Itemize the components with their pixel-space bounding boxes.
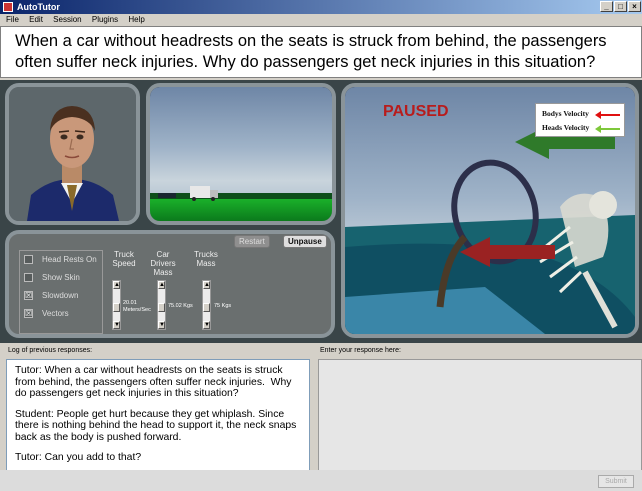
truck-speed-slider[interactable]: ▲ ▼: [112, 280, 121, 330]
legend-head-velocity: Heads Velocity: [542, 123, 590, 132]
trucks-mass-value: 75 Kgs: [214, 303, 232, 309]
show-skin-label: Show Skin: [42, 273, 80, 282]
trucks-mass-slider[interactable]: ▲ ▼: [202, 280, 211, 330]
legend-body-velocity: Bodys Velocity: [542, 109, 589, 118]
slider-thumb[interactable]: [113, 303, 120, 312]
tutor-avatar-panel: [5, 83, 140, 225]
red-arrow-icon: [595, 111, 620, 119]
window-title: AutoTutor: [17, 2, 60, 12]
unpause-button[interactable]: Unpause: [283, 235, 327, 248]
log-entry: Tutor: When a car without headrests on t…: [15, 365, 295, 399]
simulation-controls: Restart Unpause Head Rests On Show Skin …: [5, 230, 335, 338]
status-bar: Submit: [0, 470, 642, 491]
response-input[interactable]: [318, 359, 642, 471]
log-entry: Tutor: Can you add to that?: [15, 452, 142, 463]
menu-help[interactable]: Help: [128, 15, 144, 24]
tutor-avatar: [9, 87, 136, 221]
green-arrow-icon: [595, 125, 620, 133]
menu-edit[interactable]: Edit: [29, 15, 43, 24]
scroll-up-icon[interactable]: ▲: [158, 281, 165, 289]
question-text: When a car without headrests on the seat…: [0, 26, 642, 78]
headrests-checkbox[interactable]: [24, 255, 33, 264]
truck-speed-header: Truck Speed: [112, 250, 136, 268]
truck-speed-value: 20.01 Meters/Sec: [123, 300, 151, 313]
log-label: Log of previous responses:: [8, 347, 93, 354]
show-skin-checkbox[interactable]: [24, 273, 33, 282]
scroll-up-icon[interactable]: ▲: [203, 281, 210, 289]
car-drivers-mass-value: 75.02 Kgs: [168, 303, 193, 309]
app-icon: [3, 2, 13, 12]
menu-plugins[interactable]: Plugins: [92, 15, 118, 24]
submit-button[interactable]: Submit: [598, 475, 634, 488]
menu-bar: File Edit Session Plugins Help: [0, 14, 642, 26]
simulation-area: Restart Unpause Head Rests On Show Skin …: [0, 80, 642, 343]
trucks-mass-header: Trucks Mass: [194, 250, 218, 268]
slowdown-checkbox[interactable]: ☒: [24, 291, 33, 300]
velocity-legend: Bodys Velocity Heads Velocity: [535, 103, 625, 137]
scene-view: [146, 83, 336, 225]
response-section: Enter your response here:: [316, 345, 642, 471]
response-label: Enter your response here:: [320, 347, 401, 354]
restart-button[interactable]: Restart: [234, 235, 270, 248]
log-box[interactable]: Tutor: When a car without headrests on t…: [6, 359, 310, 471]
animation-view: PAUSED Bodys Velocity Heads Velocity: [341, 83, 639, 338]
paused-status: PAUSED: [383, 103, 449, 120]
scroll-up-icon[interactable]: ▲: [113, 281, 120, 289]
menu-file[interactable]: File: [6, 15, 19, 24]
truck-icon: [190, 186, 218, 201]
car-drivers-mass-header: Car Drivers Mass: [150, 250, 176, 277]
slowdown-label: Slowdown: [42, 291, 79, 300]
vectors-label: Vectors: [42, 309, 69, 318]
vectors-checkbox[interactable]: ☒: [24, 309, 33, 318]
slider-thumb[interactable]: [158, 303, 165, 312]
car-drivers-mass-slider[interactable]: ▲ ▼: [157, 280, 166, 330]
scroll-down-icon[interactable]: ▼: [203, 321, 210, 329]
car-icon: [158, 193, 176, 198]
menu-session[interactable]: Session: [53, 15, 81, 24]
scroll-down-icon[interactable]: ▼: [158, 321, 165, 329]
maximize-button[interactable]: □: [614, 1, 627, 12]
autotutor-window: AutoTutor _ □ × File Edit Session Plugin…: [0, 0, 642, 491]
title-bar: AutoTutor _ □ ×: [0, 0, 642, 14]
log-entry: Student: People get hurt because they ge…: [15, 408, 300, 443]
close-button[interactable]: ×: [628, 1, 641, 12]
scroll-down-icon[interactable]: ▼: [113, 321, 120, 329]
log-section: Log of previous responses: Tutor: When a…: [0, 345, 316, 471]
minimize-button[interactable]: _: [600, 1, 613, 12]
headrests-label: Head Rests On: [42, 255, 97, 264]
slider-thumb[interactable]: [203, 303, 210, 312]
